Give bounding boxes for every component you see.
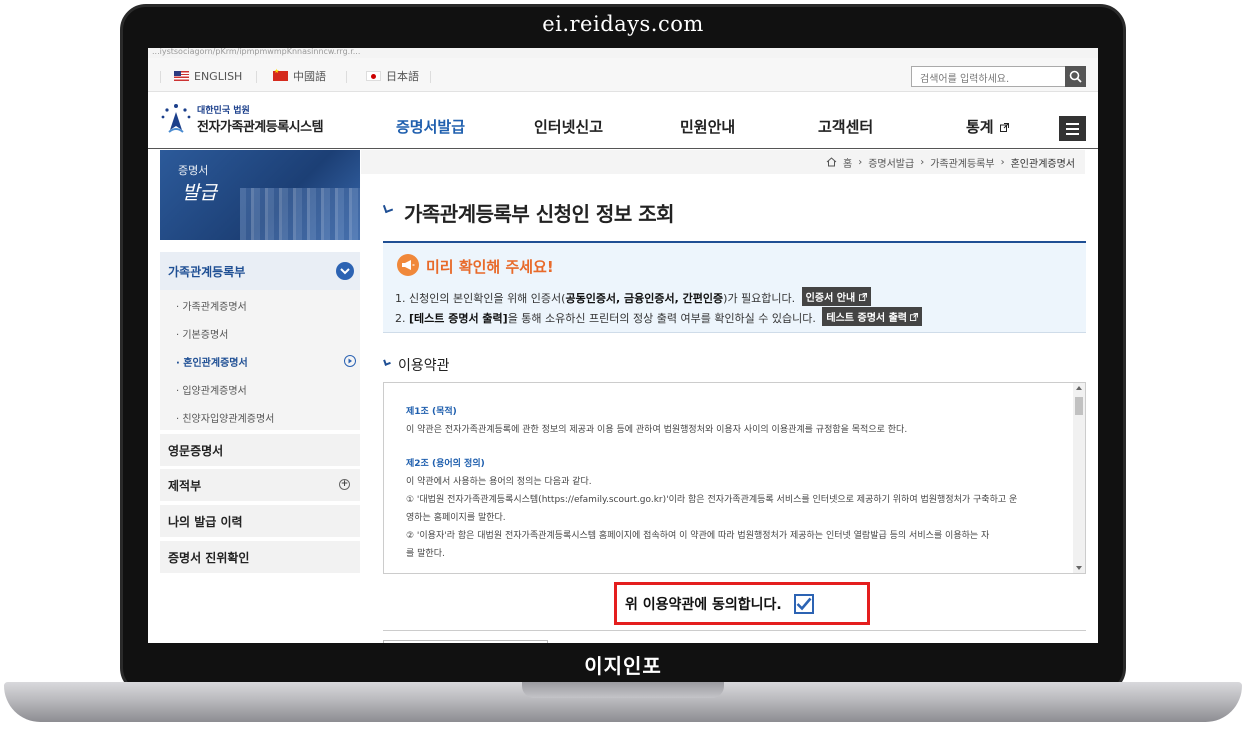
divider [346,71,347,83]
terms-article-body: 영하는 홈페이지를 말한다. [406,513,506,523]
sidebar-section-family-register[interactable]: 가족관계등록부 [160,252,360,290]
scroll-up-icon[interactable] [1076,386,1082,390]
divider [430,71,431,83]
terms-content: 제1조 (목적) 이 약관은 전자가족관계등록에 관한 정보의 제공과 이용 등… [406,403,1066,563]
lang-label: 中國語 [293,70,326,83]
agree-checkbox[interactable] [793,593,814,614]
notice-box: 미리 확인해 주세요! 1. 신청인의 본인확인을 위해 인증서(공동인증서, … [383,243,1086,333]
sidebar-submenu: · 가족관계증명서 · 기본증명서 · 혼인관계증명서 · 입양관계증명서 · … [160,290,360,430]
lang-english-link[interactable]: ENGLISH [174,69,242,83]
megaphone-icon [397,254,419,276]
page-title: 가족관계등록부 신청인 정보 조회 [404,202,675,226]
lang-japanese-link[interactable]: 日本語 [366,69,419,83]
laptop-notch [522,682,724,698]
sidebar-item-adoption-cert[interactable]: · 입양관계증명서 [176,382,247,397]
search-input[interactable]: 검색어를 입력하세요. [911,66,1066,87]
nav-certificate-issue[interactable]: 증명서발급 [396,116,465,137]
cn-flag-icon [273,68,288,81]
browser-screen: ...iystsociagorn/pKrm/ipmpmwmpKnnasinncw… [148,48,1098,643]
terms-article-body: 를 말한다. [406,549,445,559]
terms-scrollbar[interactable] [1073,383,1085,573]
nav-civil-guide[interactable]: 민원안내 [680,116,735,137]
terms-article-body: ② '이용자'라 함은 대법원 전자가족관계등록시스템 홈페이지에 접속하여 이… [406,531,990,541]
sidebar-item-family-cert[interactable]: · 가족관계증명서 [176,298,247,313]
plus-icon: + [339,479,350,490]
sidebar-item-full-adoption-cert[interactable]: · 친양자입양관계증명서 [176,410,274,425]
play-icon [344,355,356,367]
home-icon[interactable] [826,157,837,167]
agree-terms-checkbox-label[interactable]: 위 이용약관에 동의합니다. [614,582,870,625]
terms-article-body: 이 약관에서 사용하는 용어의 정의는 다음과 같다. [406,477,592,487]
all-menu-button[interactable] [1059,116,1086,141]
nav-internet-report[interactable]: 인터넷신고 [534,116,603,137]
section-marker-icon [383,358,391,366]
lang-label: ENGLISH [194,69,243,83]
chevron-right-icon: › [920,156,925,168]
hamburger-icon [1066,122,1079,125]
cert-guide-button[interactable]: 인증서 안내 [801,287,871,306]
chevron-down-icon [336,262,354,280]
external-link-icon [910,313,919,321]
lang-label: 日本語 [386,70,419,83]
breadcrumb-item[interactable]: 가족관계등록부 [930,155,994,170]
breadcrumb-item[interactable]: 증명서발급 [868,155,914,170]
test-print-button[interactable]: 테스트 증명서 출력 [822,307,923,326]
banner-small-text: 증명서 [178,164,209,177]
us-flag-icon [174,71,189,81]
jp-flag-icon [366,71,381,81]
scroll-thumb[interactable] [1075,397,1083,415]
site-header: 대한민국 법원 전자가족관계등록시스템 증명서발급 인터넷신고 민원안내 고객센… [148,92,1098,149]
external-link-icon [999,123,1009,132]
search-icon [1069,70,1082,83]
sidebar-item-english-cert[interactable]: 영문증명서 [160,434,360,466]
divider [383,630,1086,631]
logo-title: 전자가족관계등록시스템 [197,120,324,135]
breadcrumb-current: 혼인관계증명서 [1010,158,1075,170]
watermark-brand: 이지인포 [584,654,662,678]
breadcrumb: 홈 › 증명서발급 › 가족관계등록부 › 혼인관계증명서 [361,150,1085,174]
site-logo[interactable]: 대한민국 법원 전자가족관계등록시스템 [160,102,324,136]
lang-chinese-link[interactable]: 中國語 [273,68,326,83]
terms-article-title: 제2조 (용어의 정의) [406,459,485,469]
sidebar-section-label: 가족관계등록부 [168,264,246,279]
divider [160,71,161,83]
breadcrumb-home[interactable]: 홈 [843,155,852,170]
terms-article-title: 제1조 (목적) [406,407,457,417]
agree-label: 위 이용약관에 동의합니다. [625,596,782,613]
terms-article-body: ① '대법원 전자가족관계등록시스템(https://efamily.scour… [406,495,1018,505]
sidebar-item-issue-history[interactable]: 나의 발급 이력 [160,505,360,537]
search-button[interactable] [1065,66,1086,87]
notice-line-2: 2. [테스트 증명서 출력]을 통해 소유하신 프린터의 정상 출력 여부를 … [395,307,923,326]
checkmark-icon [796,597,812,610]
chevron-right-icon: › [858,156,863,168]
url-fragment: ...iystsociagorn/pKrm/ipmpmwmpKnnasinncw… [148,48,1098,58]
external-link-icon [858,293,867,301]
sidebar-item-removed-register[interactable]: 제적부 + [160,469,360,501]
next-section-stub [383,640,548,643]
sidebar-item-basic-cert[interactable]: · 기본증명서 [176,326,228,341]
watermark-site: ei.reidays.com [542,12,704,36]
banner-big-text: 발급 [182,182,217,204]
sidebar-item-verify-cert[interactable]: 증명서 진위확인 [160,541,360,573]
terms-section-title: 이용약관 [398,358,450,374]
terms-article-body: 이 약관은 전자가족관계등록에 관한 정보의 제공과 이용 등에 관하여 법원행… [406,425,908,435]
notice-line-1: 1. 신청인의 본인확인을 위해 인증서(공동인증서, 금융인증서, 간편인증)… [395,287,871,306]
title-marker-icon [382,202,394,214]
notice-title: 미리 확인해 주세요! [426,258,554,276]
court-logo-icon [160,102,192,136]
sidebar-banner: 증명서 발급 [160,150,360,240]
scroll-down-icon[interactable] [1076,566,1082,570]
sidebar-item-marriage-cert[interactable]: · 혼인관계증명서 [176,354,248,369]
nav-statistics-label: 통계 [966,118,994,136]
logo-subtitle: 대한민국 법원 [197,106,250,116]
terms-scroll-box[interactable]: 제1조 (목적) 이 약관은 전자가족관계등록에 관한 정보의 제공과 이용 등… [383,382,1086,574]
nav-customer-center[interactable]: 고객센터 [818,116,873,137]
divider [256,71,257,83]
chevron-right-icon: › [1000,156,1005,168]
nav-statistics[interactable]: 통계 [966,116,1009,137]
